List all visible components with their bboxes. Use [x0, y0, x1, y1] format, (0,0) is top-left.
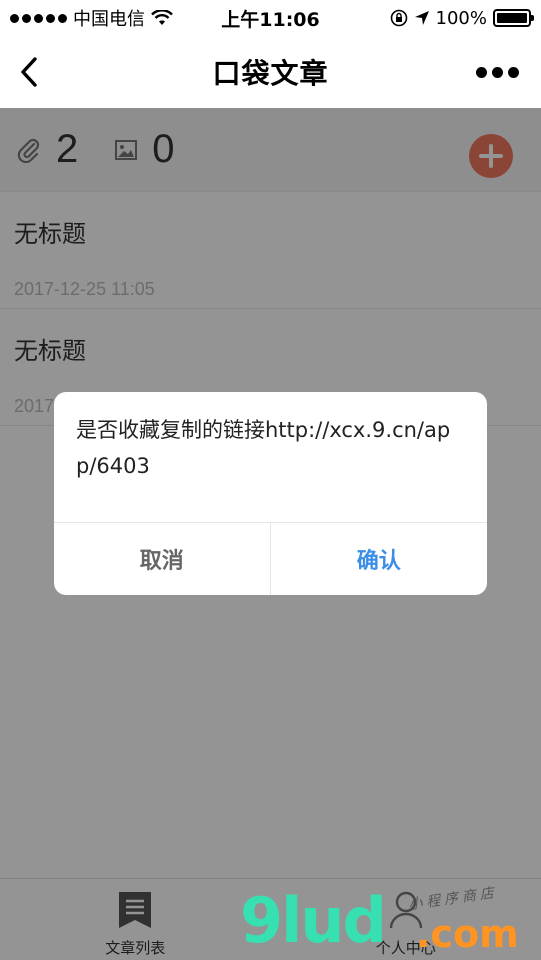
carrier-name: 中国电信 [73, 9, 145, 30]
status-right: 100% [390, 7, 534, 29]
dialog-message: 是否收藏复制的链接http://xcx.9.cn/app/6403 [54, 392, 487, 523]
wifi-icon [151, 10, 173, 25]
chevron-left-icon [21, 57, 37, 87]
signal-strength-icon [10, 13, 67, 23]
status-left: 中国电信 [10, 5, 173, 31]
battery-level [497, 13, 527, 23]
battery-percent: 100% [435, 7, 487, 29]
back-button[interactable] [14, 54, 44, 90]
status-bar: 中国电信 上午11:06 100% [0, 0, 541, 36]
rotation-lock-icon [390, 9, 407, 27]
page-title: 口袋文章 [212, 57, 329, 90]
cancel-button[interactable]: 取消 [54, 523, 271, 595]
navigation-bar: 口袋文章 [0, 36, 541, 108]
confirm-button[interactable]: 确认 [271, 523, 488, 595]
more-options-button[interactable] [476, 60, 519, 84]
battery-icon [493, 9, 534, 27]
more-dots-icon [476, 66, 487, 78]
confirm-dialog: 是否收藏复制的链接http://xcx.9.cn/app/6403 取消 确认 [54, 392, 487, 595]
dialog-actions: 取消 确认 [54, 523, 487, 595]
location-arrow-icon [414, 11, 429, 25]
